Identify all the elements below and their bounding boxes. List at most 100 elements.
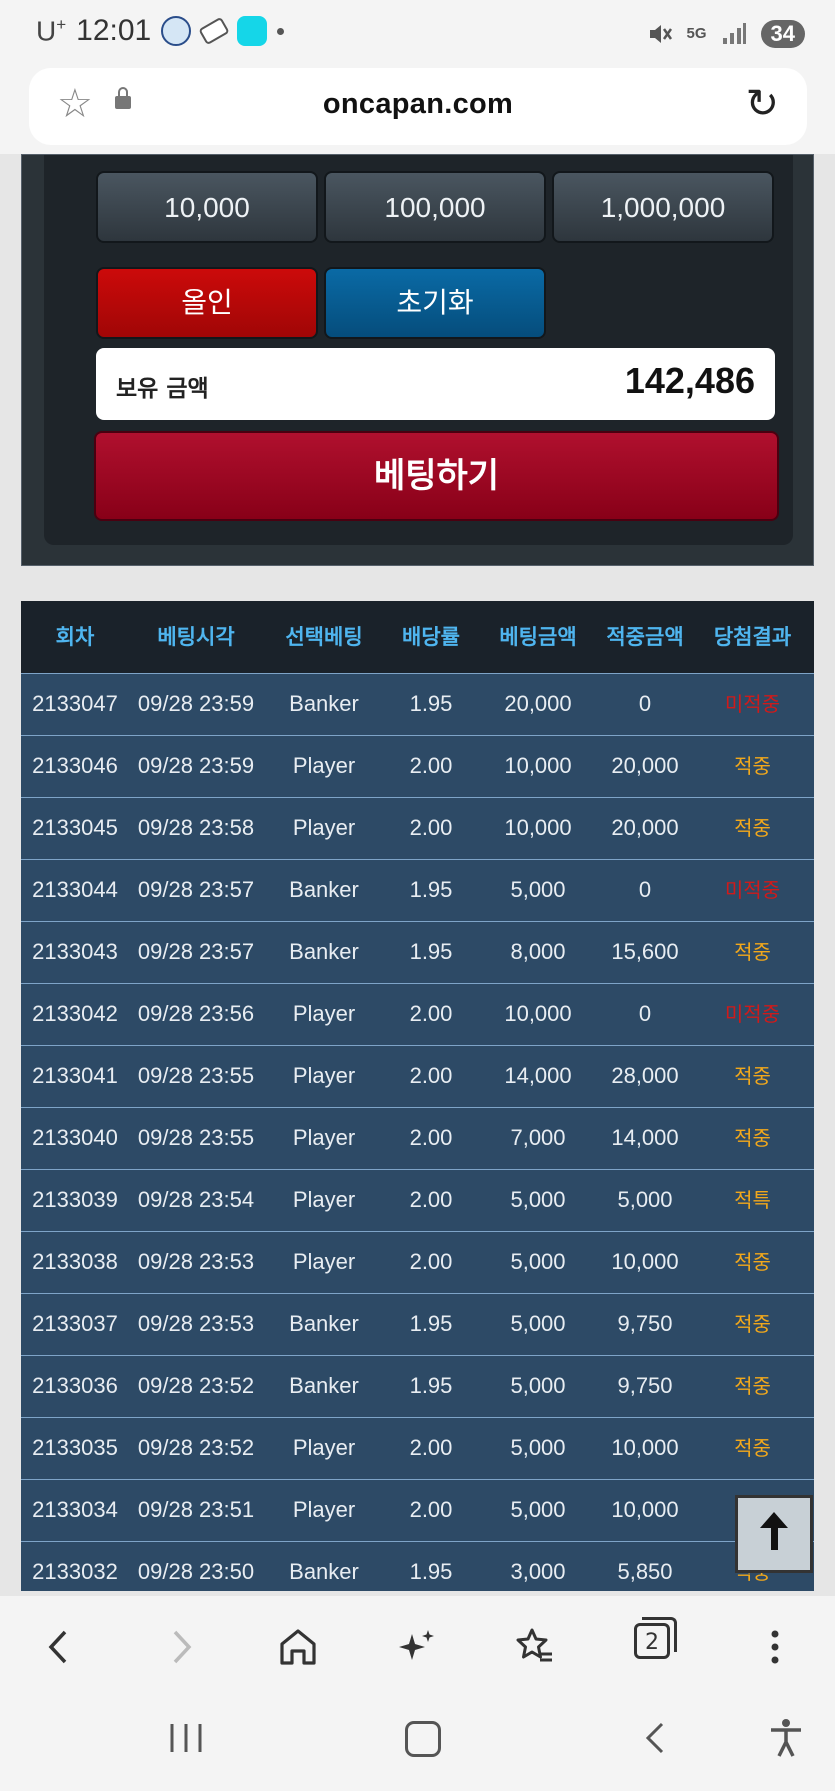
- cell-win-amount: 20,000: [611, 753, 679, 778]
- home-nav-icon[interactable]: [405, 1721, 441, 1757]
- header-win-amount: 적중금액: [606, 625, 684, 649]
- back-nav-icon[interactable]: [638, 1718, 674, 1758]
- back-icon[interactable]: [34, 1622, 84, 1672]
- header-selection: 선택베팅: [285, 625, 363, 649]
- table-row: 2133040 09/28 23:55 Player 2.00 7,000 14,000 적…: [21, 1107, 814, 1169]
- cell-result: 적특: [734, 1188, 771, 1212]
- reset-button[interactable]: 초기화: [324, 267, 546, 339]
- cell-selection: Player: [292, 1497, 356, 1522]
- browser-toolbar: 2: [0, 1596, 835, 1696]
- battery-indicator: 34: [760, 20, 805, 48]
- all-in-button[interactable]: 올인: [96, 267, 318, 339]
- cell-bet-amount: 5,000: [510, 877, 566, 902]
- network-type: 5G: [686, 25, 707, 42]
- scroll-to-top-button[interactable]: [735, 1495, 813, 1573]
- cell-win-amount: 15,600: [611, 939, 679, 964]
- table-body: 2133047 09/28 23:59 Banker 1.95 20,000 0 미적중 21…: [21, 673, 814, 1591]
- sparkle-icon[interactable]: [392, 1622, 442, 1672]
- cell-bet-amount: 5,000: [510, 1497, 566, 1522]
- cell-selection: Banker: [289, 939, 359, 964]
- cell-odds: 1.95: [409, 939, 453, 964]
- more-icon[interactable]: [750, 1622, 800, 1672]
- chip-100000-button[interactable]: 100,000: [324, 171, 546, 243]
- url-text[interactable]: oncapan.com: [29, 88, 807, 121]
- table-row: 2133038 09/28 23:53 Player 2.00 5,000 10,000 적…: [21, 1231, 814, 1293]
- cell-round: 2133039: [32, 1187, 118, 1212]
- cell-bet-time: 09/28 23:53: [137, 1311, 255, 1336]
- pencil-notification-icon: [198, 16, 231, 46]
- cell-bet-time: 09/28 23:57: [137, 877, 255, 902]
- holding-amount-value: 142,486: [624, 360, 755, 401]
- cell-result: 적중: [734, 1126, 771, 1150]
- cell-result: 적중: [734, 1064, 771, 1088]
- cell-win-amount: 0: [638, 877, 652, 902]
- home-icon[interactable]: [273, 1622, 323, 1672]
- cell-bet-time: 09/28 23:58: [137, 815, 255, 840]
- cell-odds: 1.95: [409, 1311, 453, 1336]
- cell-round: 2133042: [32, 1001, 118, 1026]
- more-notifications-icon: [277, 27, 285, 35]
- cell-selection: Banker: [289, 1311, 359, 1336]
- accessibility-icon[interactable]: [766, 1716, 806, 1760]
- system-nav-bar: [0, 1696, 835, 1791]
- header-odds: 배당률: [402, 625, 460, 649]
- betting-history-table: 회차 베팅시각 선택베팅 배당률 베팅금액 적중금액 당첨결과 2133047 0…: [21, 601, 814, 1591]
- cell-selection: Player: [292, 815, 356, 840]
- cell-odds: 2.00: [409, 1435, 453, 1460]
- cell-win-amount: 20,000: [611, 815, 679, 840]
- chip-10000-button[interactable]: 10,000: [96, 171, 318, 243]
- cell-selection: Banker: [289, 1373, 359, 1398]
- status-right: 5G 34: [647, 20, 805, 48]
- cell-selection: Banker: [289, 877, 359, 902]
- cell-win-amount: 10,000: [611, 1249, 679, 1274]
- signal-icon: [722, 23, 746, 44]
- address-bar[interactable]: ☆ oncapan.com ↻: [29, 68, 807, 145]
- bookmarks-icon[interactable]: [510, 1622, 560, 1672]
- cell-bet-time: 09/28 23:54: [137, 1187, 255, 1212]
- cell-odds: 1.95: [409, 1373, 453, 1398]
- cell-odds: 2.00: [409, 1249, 453, 1274]
- table-row: 2133042 09/28 23:56 Player 2.00 10,000 0 미적중: [21, 983, 814, 1045]
- place-bet-button[interactable]: 베팅하기: [94, 431, 779, 521]
- browser-address-area: ☆ oncapan.com ↻: [0, 66, 835, 154]
- table-row: 213303409/28 23:51Player2.005,00010,000적…: [21, 1479, 814, 1541]
- status-left: U+ 12:01: [36, 14, 285, 48]
- cell-bet-amount: 5,000: [510, 1187, 566, 1212]
- cell-win-amount: 5,850: [617, 1559, 673, 1584]
- tabs-icon[interactable]: 2: [634, 1617, 677, 1659]
- cell-win-amount: 14,000: [611, 1125, 679, 1150]
- cell-bet-amount: 5,000: [510, 1435, 566, 1460]
- cell-result: 적중: [734, 1312, 771, 1336]
- cell-win-amount: 10,000: [611, 1435, 679, 1460]
- cell-odds: 2.00: [409, 1497, 453, 1522]
- cell-result: 적중: [734, 816, 771, 840]
- cell-round: 2133034: [32, 1497, 118, 1522]
- cell-round: 2133035: [32, 1435, 118, 1460]
- table-row: 2133046 09/28 23:59 Player 2.00 10,000 20,000…: [21, 735, 814, 797]
- cell-round: 2133047: [32, 691, 118, 716]
- cell-bet-amount: 20,000: [504, 691, 572, 716]
- recent-apps-icon[interactable]: [166, 1720, 206, 1756]
- cell-odds: 2.00: [409, 1125, 453, 1150]
- forward-icon[interactable]: [156, 1622, 206, 1672]
- chip-1000000-button[interactable]: 1,000,000: [552, 171, 774, 243]
- cell-round: 2133038: [32, 1249, 118, 1274]
- cell-bet-amount: 14,000: [504, 1063, 572, 1088]
- cell-odds: 1.95: [409, 877, 453, 902]
- cell-bet-time: 09/28 23:51: [137, 1497, 255, 1522]
- reload-icon[interactable]: ↻: [745, 84, 779, 124]
- cell-bet-amount: 5,000: [510, 1311, 566, 1336]
- cell-selection: Player: [292, 1125, 356, 1150]
- cell-win-amount: 10,000: [611, 1497, 679, 1522]
- cell-bet-amount: 10,000: [504, 1001, 572, 1026]
- cell-result: 미적중: [724, 878, 781, 902]
- betting-panel-inner: 10,000 100,000 1,000,000 올인 초기화 보유 금액 14…: [44, 155, 793, 545]
- cell-selection: Player: [292, 1001, 356, 1026]
- cell-result: 적중: [734, 940, 771, 964]
- holding-amount-label: 보유 금액: [116, 376, 209, 402]
- status-bar: U+ 12:01 5G 34: [0, 0, 835, 66]
- mute-icon: [649, 25, 672, 43]
- cell-bet-amount: 10,000: [504, 815, 572, 840]
- table-row: 2133039 09/28 23:54 Player 2.00 5,000 5,000 적특: [21, 1169, 814, 1231]
- cell-selection: Player: [292, 1187, 356, 1212]
